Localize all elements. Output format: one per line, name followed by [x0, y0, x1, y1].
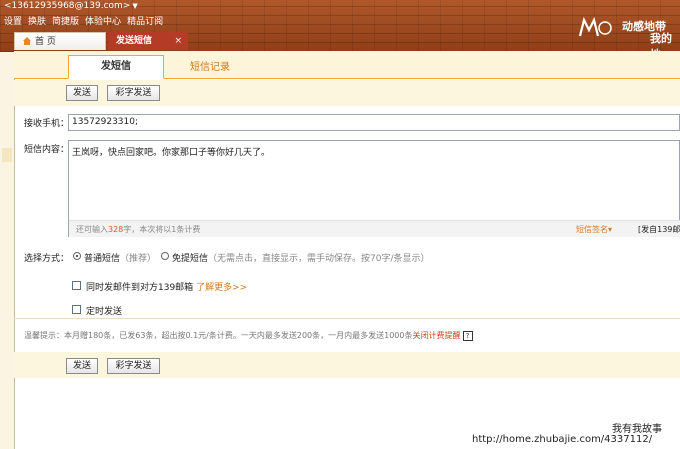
close-billing-reminder-link[interactable]: 关闭计费提醒: [413, 331, 461, 340]
main-panel: [14, 51, 680, 449]
send-button-top[interactable]: 发送: [66, 85, 98, 101]
method-free-text: 免提短信（无需点击，直接显示，需手动保存。按70字/条显示）: [172, 254, 430, 264]
help-icon[interactable]: ?: [462, 330, 473, 341]
learn-more-link[interactable]: 了解更多>>: [196, 283, 247, 293]
mms-send-button-top[interactable]: 彩字发送: [107, 85, 160, 101]
watermark-line1: 我有我故事: [612, 424, 662, 435]
nav-subscribe[interactable]: 精品订阅: [127, 17, 163, 27]
tab-home[interactable]: 首 页: [14, 32, 106, 50]
mms-send-button-bottom[interactable]: 彩字发送: [107, 358, 160, 374]
char-counter: 还可输入328字，本次将以1条计费: [76, 225, 201, 234]
nav-settings[interactable]: 设置: [4, 17, 22, 27]
left-strip: [0, 52, 15, 449]
option-email-text: 同时发邮件到对方139邮箱 了解更多>>: [86, 283, 248, 293]
account-menu[interactable]: <13612935968@139.com> ▼: [4, 1, 138, 11]
recipient-input[interactable]: 13572923310;: [68, 114, 680, 131]
subtab-record[interactable]: 短信记录: [190, 58, 230, 73]
tab-send-sms[interactable]: 发送短信 ×: [108, 32, 188, 50]
option-timed-text: 定时发送: [86, 307, 123, 317]
divider: [14, 318, 680, 319]
signature-dropdown[interactable]: 短信签名▾: [576, 224, 612, 235]
tab-sms-label: 发送短信: [116, 36, 153, 46]
radio-free-sms[interactable]: [161, 252, 169, 260]
send-from-label: [发自139邮: [638, 225, 680, 234]
top-nav: 设置 换肤 简捷版 体验中心 精品订阅: [4, 14, 169, 27]
tips-text: 温馨提示：本月赠180条，已发63条，超出按0.1元/条计费。一天内最多发送20…: [24, 330, 473, 341]
method-normal-text: 普通短信（推荐）: [84, 254, 157, 264]
home-icon: [23, 37, 31, 45]
checkbox-timed-send[interactable]: [72, 305, 81, 314]
watermark-line2: http://home.zhubajie.com/4337112/: [472, 434, 653, 445]
method-label: 选择方式：: [24, 254, 70, 264]
content-text: 王岚呀，快点回家吧。你家那口子等你好几天了。: [72, 148, 271, 158]
nav-skin[interactable]: 换肤: [28, 17, 46, 27]
send-button-bottom[interactable]: 发送: [66, 358, 98, 374]
caret-down-icon: ▼: [132, 2, 138, 10]
subtab-send[interactable]: 发短信: [68, 55, 164, 79]
mzone-logo: [578, 16, 612, 37]
checkbox-send-email[interactable]: [72, 281, 81, 290]
close-icon[interactable]: ×: [174, 32, 182, 50]
content-label: 短信内容：: [24, 145, 70, 155]
radio-normal-sms[interactable]: [73, 252, 81, 260]
nav-experience[interactable]: 体验中心: [85, 17, 121, 27]
tab-home-label: 首 页: [35, 37, 56, 47]
recipient-label: 接收手机：: [24, 119, 70, 129]
nav-simple[interactable]: 简捷版: [52, 17, 79, 27]
